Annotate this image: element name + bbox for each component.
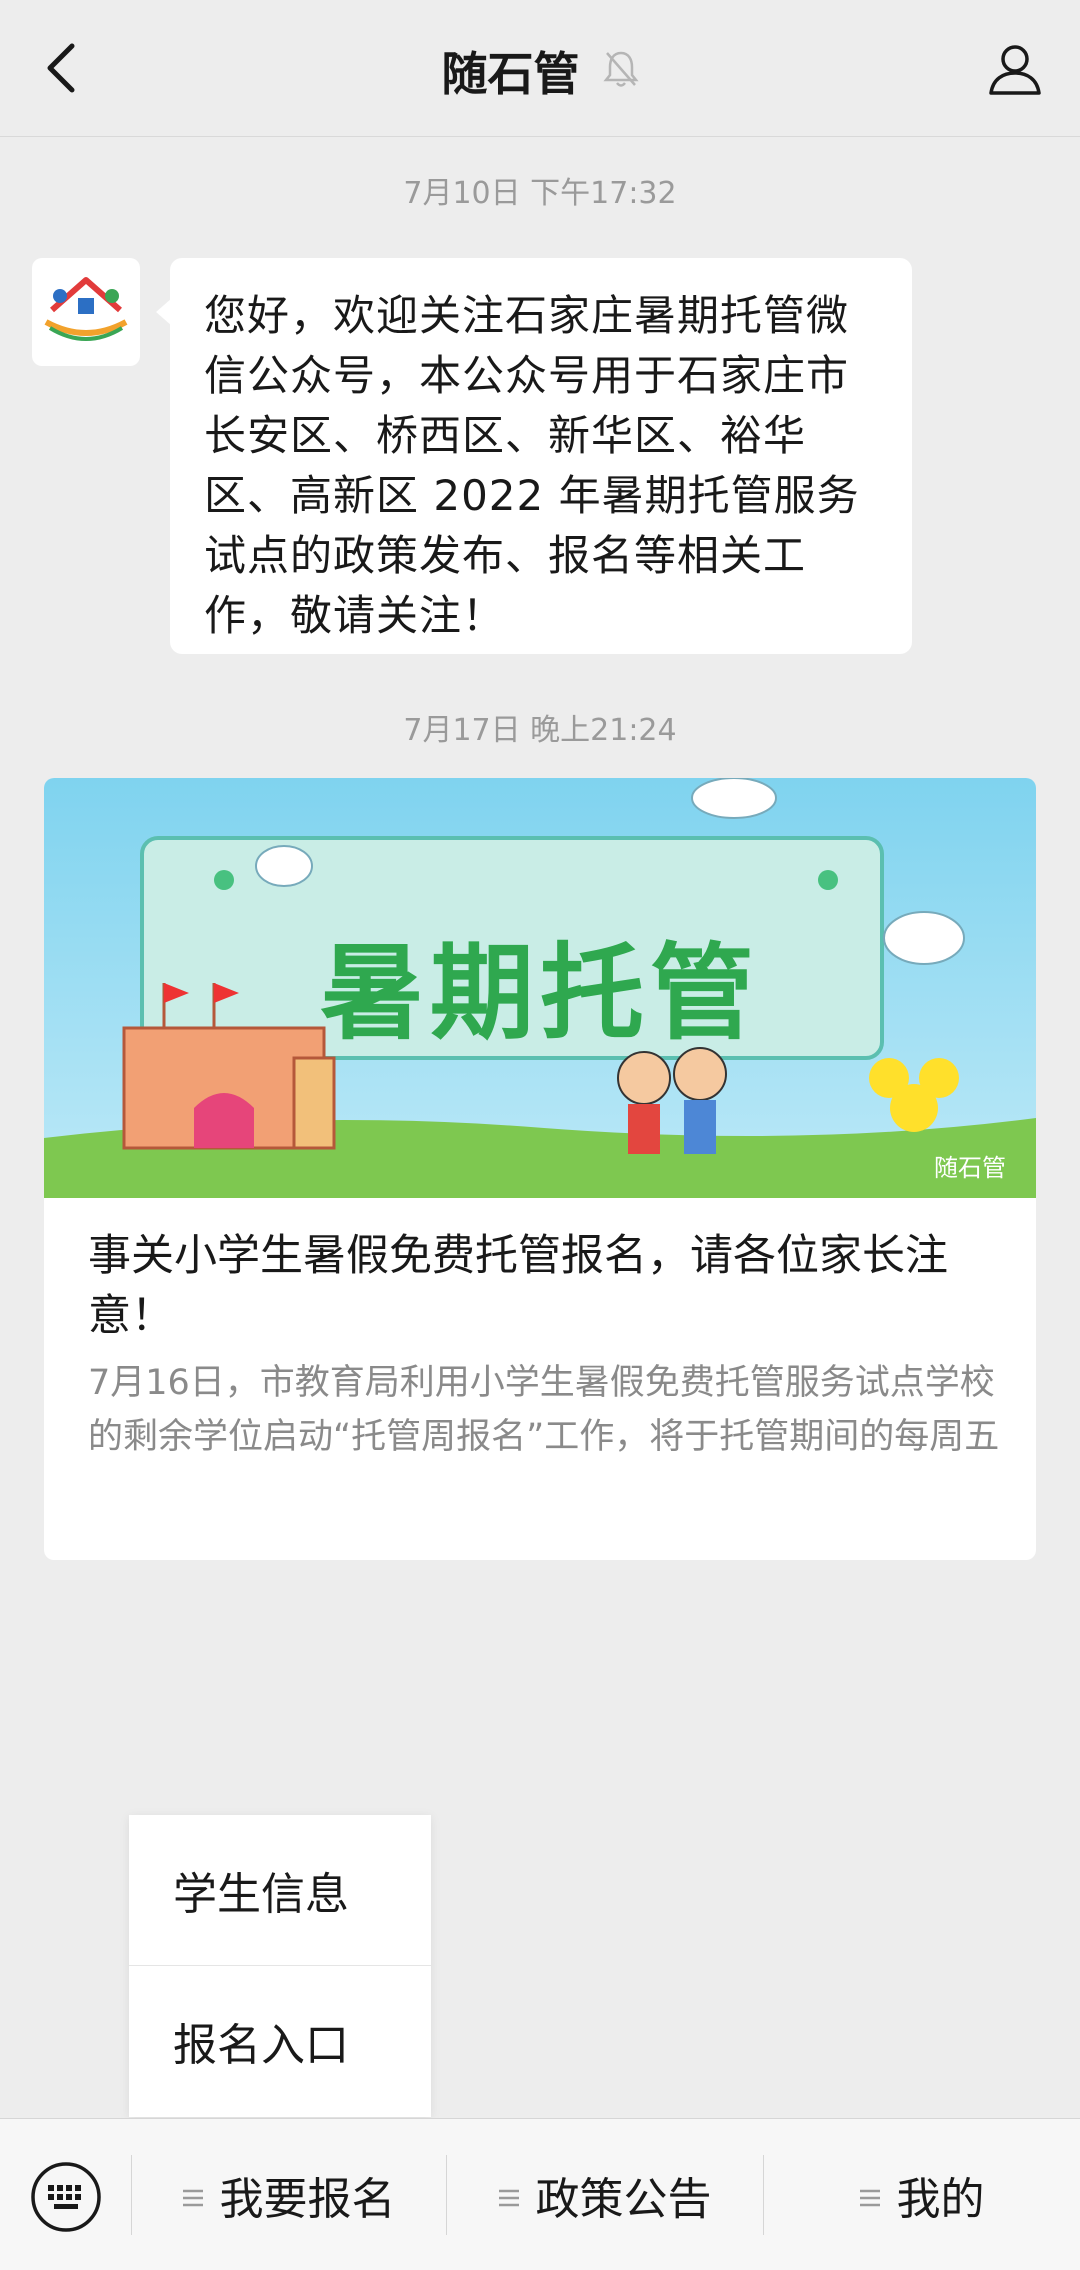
chat-title: 随石管 — [441, 47, 580, 101]
bottom-menu-bar: 我要报名 政策公告 我的 — [0, 2118, 1080, 2270]
banner-heading: 暑期托管 — [319, 932, 760, 1054]
menu-list-icon — [859, 2169, 881, 2220]
official-account-avatar[interactable] — [32, 258, 140, 366]
menu-button-label: 政策公告 — [535, 2173, 712, 2225]
article-title: 事关小学生暑假免费托管报名，请各位家长注意！ — [88, 1231, 948, 1341]
banner-watermark: 随石管 — [934, 1154, 1006, 1182]
menu-button-register[interactable]: 我要报名 — [131, 2119, 446, 2270]
menu-list-icon — [498, 2169, 520, 2220]
submenu-item-registration-entry[interactable]: 报名入口 — [129, 1965, 431, 2115]
article-description: 7月16日，市教育局利用小学生暑假免费托管服务试点学校的剩余学位启动“托管周报名… — [88, 1363, 1000, 1457]
keyboard-icon[interactable] — [30, 2161, 102, 2233]
profile-icon[interactable] — [980, 34, 1050, 104]
welcome-message-bubble: 您好，欢迎关注石家庄暑期托管微信公众号，本公众号用于石家庄市长安区、桥西区、新华… — [156, 258, 912, 654]
welcome-message-text: 您好，欢迎关注石家庄暑期托管微信公众号，本公众号用于石家庄市长安区、桥西区、新华… — [204, 291, 860, 640]
submenu-popup: 学生信息 报名入口 — [129, 1815, 431, 2117]
menu-button-policy[interactable]: 政策公告 — [446, 2119, 763, 2270]
menu-button-label: 我要报名 — [219, 2173, 396, 2225]
menu-button-mine[interactable]: 我的 — [763, 2119, 1080, 2270]
chat-header: 随石管 — [0, 0, 1080, 137]
menu-list-icon — [182, 2169, 204, 2220]
mute-bell-icon — [602, 49, 639, 93]
message-timestamp: 7月17日 晚上21:24 — [403, 713, 677, 748]
menu-button-label: 我的 — [896, 2173, 985, 2225]
submenu-item-student-info[interactable]: 学生信息 — [129, 1815, 431, 1965]
message-timestamp: 7月10日 下午17:32 — [403, 176, 677, 211]
article-card[interactable]: 暑期托管 随石管 事关小学生暑假免费托管报名，请各位家长注意！ 7月16日，市教… — [44, 778, 1036, 1560]
